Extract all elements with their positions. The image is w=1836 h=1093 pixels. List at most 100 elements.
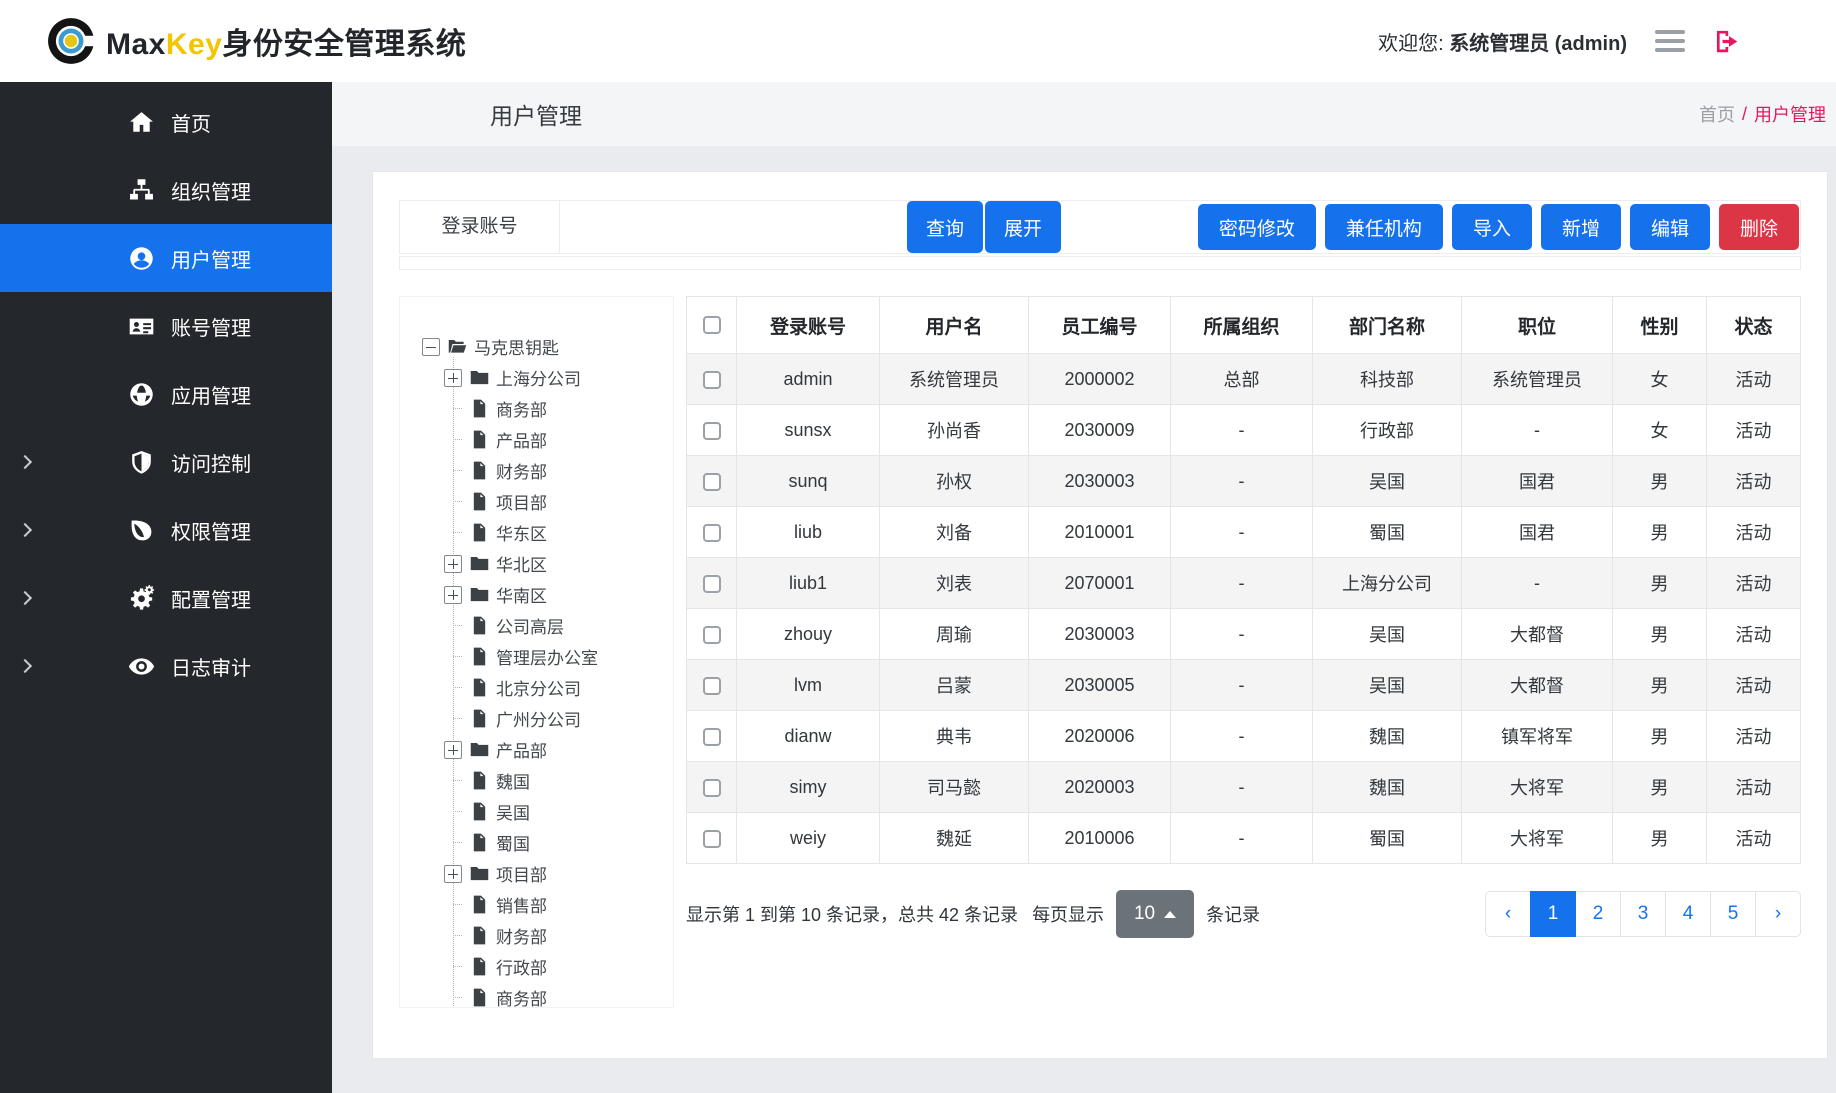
tree-node[interactable]: 产品部 [444,734,669,765]
file-icon [469,801,490,822]
file-icon [469,832,490,853]
tree-node[interactable]: 财务部 [444,455,669,486]
tree-node[interactable]: 管理层办公室 [444,641,669,672]
row-checkbox[interactable] [703,575,721,593]
sidebar-item-app-management[interactable]: 应用管理 [0,360,332,428]
table-footer: 显示第 1 到第 10 条记录，总共 42 条记录 每页显示 10 条记录 ‹1… [686,890,1801,938]
tree-node-label[interactable]: 北京分公司 [496,675,581,700]
tree-node-label[interactable]: 华北区 [496,551,547,576]
login-account-label: 登录账号 [400,201,560,253]
tree-node-label[interactable]: 公司高层 [496,613,564,638]
login-account-input[interactable] [560,202,905,252]
tree-node-label[interactable]: 商务部 [496,985,547,1008]
tree-node[interactable]: 上海分公司 [444,362,669,393]
sidebar-item-account-management[interactable]: 账号管理 [0,292,332,360]
change-password-button[interactable]: 密码修改 [1198,204,1316,250]
sidebar-item-config-management[interactable]: 配置管理 [0,564,332,632]
plus-expander-icon[interactable] [444,555,462,573]
tree-node-label[interactable]: 项目部 [496,861,547,886]
tree-node-label[interactable]: 马克思钥匙 [474,334,559,359]
page-size-dropdown[interactable]: 10 [1116,890,1194,938]
import-button[interactable]: 导入 [1452,204,1532,250]
breadcrumb-home-link[interactable]: 首页 [1699,101,1735,127]
file-icon [469,894,490,915]
pagination-next-button[interactable]: › [1755,891,1801,937]
query-button[interactable]: 查询 [907,201,983,253]
tree-node-label[interactable]: 广州分公司 [496,706,581,731]
table-cell: 吕蒙 [880,660,1029,711]
tree-node[interactable]: 商务部 [444,982,669,1008]
row-checkbox[interactable] [703,473,721,491]
tree-node[interactable]: 蜀国 [444,827,669,858]
tree-node-label[interactable]: 上海分公司 [496,365,581,390]
tree-node-label[interactable]: 蜀国 [496,830,530,855]
plus-expander-icon[interactable] [444,865,462,883]
sidebar-item-access-control[interactable]: 访问控制 [0,428,332,496]
row-checkbox[interactable] [703,779,721,797]
sidebar-item-permission-management[interactable]: 权限管理 [0,496,332,564]
tree-node-label[interactable]: 销售部 [496,892,547,917]
tree-node[interactable]: 商务部 [444,393,669,424]
sidebar-item-home[interactable]: 首页 [0,88,332,156]
plus-expander-icon[interactable] [444,369,462,387]
pagination-page-3-button[interactable]: 3 [1620,891,1666,937]
tree-node[interactable]: 公司高层 [444,610,669,641]
tree-node-label[interactable]: 吴国 [496,799,530,824]
tree-node-label[interactable]: 华南区 [496,582,547,607]
hamburger-menu-icon[interactable] [1655,30,1685,52]
sidebar-item-user-management[interactable]: 用户管理 [0,224,332,292]
tree-node[interactable]: 财务部 [444,920,669,951]
tree-node-label[interactable]: 财务部 [496,923,547,948]
pagination-page-2-button[interactable]: 2 [1575,891,1621,937]
tree-node-label[interactable]: 项目部 [496,489,547,514]
tree-node[interactable]: 广州分公司 [444,703,669,734]
concurrent-org-button[interactable]: 兼任机构 [1325,204,1443,250]
tree-node[interactable]: 华北区 [444,548,669,579]
tree-node-label[interactable]: 产品部 [496,427,547,452]
tree-node-label[interactable]: 行政部 [496,954,547,979]
tree-node[interactable]: 北京分公司 [444,672,669,703]
tree-node-label[interactable]: 华东区 [496,520,547,545]
pagination-prev-button[interactable]: ‹ [1485,891,1531,937]
tree-node-label[interactable]: 魏国 [496,768,530,793]
tree-node[interactable]: 华东区 [444,517,669,548]
tree-node[interactable]: 马克思钥匙 [422,331,669,362]
pagination-page-1-button[interactable]: 1 [1530,891,1576,937]
row-checkbox[interactable] [703,626,721,644]
tree-node[interactable]: 项目部 [444,858,669,889]
logout-icon[interactable] [1713,28,1740,55]
expand-button[interactable]: 展开 [985,201,1061,253]
tree-node-label[interactable]: 管理层办公室 [496,644,598,669]
tree-node[interactable]: 行政部 [444,951,669,982]
tree-node[interactable]: 销售部 [444,889,669,920]
row-checkbox[interactable] [703,524,721,542]
pagination-page-4-button[interactable]: 4 [1665,891,1711,937]
row-checkbox[interactable] [703,371,721,389]
tree-node[interactable]: 吴国 [444,796,669,827]
tree-node[interactable]: 项目部 [444,486,669,517]
row-checkbox[interactable] [703,422,721,440]
tree-node-label[interactable]: 商务部 [496,396,547,421]
row-checkbox[interactable] [703,728,721,746]
row-checkbox[interactable] [703,677,721,695]
sidebar-item-org-management[interactable]: 组织管理 [0,156,332,224]
table-cell: 男 [1613,558,1707,609]
pagination-page-5-button[interactable]: 5 [1710,891,1756,937]
tree-node-label[interactable]: 财务部 [496,458,547,483]
file-icon [469,491,490,512]
tree-node[interactable]: 华南区 [444,579,669,610]
edit-button[interactable]: 编辑 [1630,204,1710,250]
plus-expander-icon[interactable] [444,586,462,604]
sidebar-item-log-audit[interactable]: 日志审计 [0,632,332,700]
plus-expander-icon[interactable] [444,741,462,759]
tree-node[interactable]: 魏国 [444,765,669,796]
delete-button[interactable]: 删除 [1719,204,1799,250]
select-all-header [687,297,737,354]
minus-expander-icon[interactable] [422,338,440,356]
tree-node-label[interactable]: 产品部 [496,737,547,762]
add-button[interactable]: 新增 [1541,204,1621,250]
table-cell: sunq [737,456,880,507]
select-all-checkbox[interactable] [703,316,721,334]
row-checkbox[interactable] [703,830,721,848]
tree-node[interactable]: 产品部 [444,424,669,455]
